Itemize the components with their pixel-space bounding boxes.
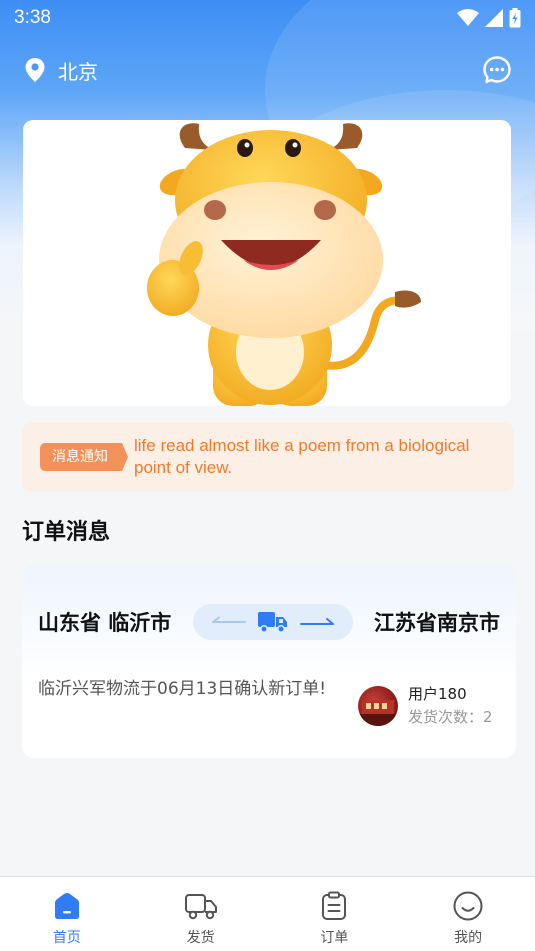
location-label: 北京 — [58, 59, 98, 84]
signal-icon — [485, 9, 503, 27]
location-pin-icon — [25, 58, 45, 82]
notice-text: life read almost like a poem from a biol… — [134, 436, 470, 477]
section-title: 订单消息 — [22, 520, 111, 545]
battery-icon — [509, 8, 521, 28]
user-name: 用户180 — [408, 685, 467, 703]
route-indicator — [192, 604, 353, 640]
notice-bar[interactable]: 消息通知 life read almost like a poem from a… — [22, 422, 514, 492]
order-card[interactable]: 山东省 临沂市 江苏省南京市 临沂兴军物流于06月13日确认新订单! 用户180… — [22, 565, 516, 758]
home-icon — [50, 889, 84, 923]
top-header: 北京 — [0, 48, 535, 92]
wifi-icon — [457, 9, 479, 26]
tab-label: 发货 — [186, 930, 215, 946]
avatar-image — [360, 700, 396, 726]
arrow-left-icon — [211, 616, 246, 623]
destination-city: 江苏省南京市 — [374, 611, 500, 635]
truck-icon — [257, 612, 287, 633]
avatar — [358, 686, 398, 726]
tab-ship[interactable]: 发货 — [134, 877, 268, 951]
user-info: 用户180 发货次数：2 — [358, 683, 493, 729]
ship-count-value: 2 — [483, 708, 493, 726]
ship-count: 发货次数：2 — [408, 705, 493, 729]
tab-home[interactable]: 首页 — [0, 877, 134, 951]
tab-label: 订单 — [320, 930, 349, 946]
notice-tag: 消息通知 — [40, 443, 128, 471]
ship-count-label: 发货次数： — [408, 708, 484, 726]
smile-icon — [451, 889, 485, 923]
location-selector[interactable]: 北京 — [24, 56, 98, 85]
cow-mascot-illustration — [147, 123, 421, 406]
origin-city: 山东省 临沂市 — [38, 611, 172, 635]
banner-carousel[interactable] — [23, 120, 511, 406]
tab-profile[interactable]: 我的 — [401, 877, 535, 951]
status-bar: 3:38 — [0, 0, 535, 36]
arrow-right-icon — [299, 618, 334, 625]
clipboard-icon — [317, 889, 351, 923]
tab-label: 我的 — [454, 930, 483, 946]
order-description: 临沂兴军物流于06月13日确认新订单! — [38, 679, 327, 699]
status-icons — [457, 8, 521, 28]
message-button[interactable] — [481, 54, 513, 86]
chat-bubble-icon — [483, 56, 511, 84]
order-route: 山东省 临沂市 江苏省南京市 — [38, 603, 500, 641]
status-time: 3:38 — [14, 7, 51, 28]
truck-icon — [184, 889, 218, 923]
tab-orders[interactable]: 订单 — [268, 877, 402, 951]
tab-label: 首页 — [52, 930, 81, 946]
bottom-tab-bar: 首页 发货 订单 我的 — [0, 876, 535, 951]
